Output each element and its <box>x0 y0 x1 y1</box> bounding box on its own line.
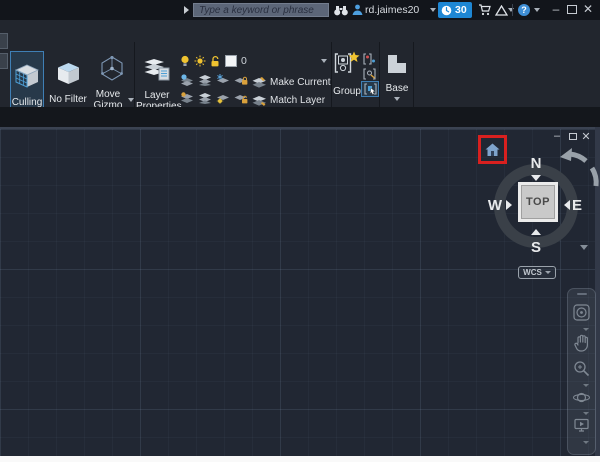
move-gizmo-button[interactable]: Move Gizmo <box>92 51 132 112</box>
layer-on-bulb-icon <box>180 55 190 67</box>
drawing-restore-button[interactable] <box>569 133 577 140</box>
autocad-window: rd.jaimes20 30 ? – ✕ <box>0 0 600 462</box>
search-expand-icon[interactable] <box>184 6 189 14</box>
viewcube-face-label: TOP <box>526 196 550 208</box>
a360-triangle-icon[interactable] <box>494 3 508 17</box>
rotate-up-arrow-icon[interactable] <box>531 229 541 235</box>
group-button[interactable]: Group <box>334 51 360 112</box>
zoom-magnifier-icon[interactable] <box>573 360 590 382</box>
showmotion-caret-icon[interactable] <box>583 441 589 444</box>
help-icon[interactable]: ? <box>518 4 530 16</box>
viewcube-north[interactable]: N <box>526 155 546 172</box>
group-selection-toggle-button[interactable] <box>361 81 379 97</box>
navigation-wheel-caret-icon[interactable] <box>583 328 589 331</box>
wcs-caret-icon <box>545 271 551 274</box>
wcs-label: WCS <box>523 268 542 277</box>
no-filter-box-icon <box>56 62 81 91</box>
viewcube-south[interactable]: S <box>526 239 546 256</box>
user-menu-caret-icon[interactable] <box>430 8 436 12</box>
no-filter-label: No Filter <box>49 94 87 105</box>
sign-in-user-icon[interactable] <box>351 3 363 17</box>
viewcube-home-icon[interactable] <box>485 143 500 157</box>
showmotion-icon[interactable] <box>573 418 590 439</box>
layer-properties-button[interactable]: Layer Properties <box>136 51 178 112</box>
move-gizmo-icon <box>99 56 125 86</box>
drawing-minimize-button[interactable]: – <box>551 130 563 142</box>
title-bar: rd.jaimes20 30 ? – ✕ <box>0 0 600 20</box>
help-caret-icon[interactable] <box>534 8 540 12</box>
wcs-dropdown[interactable]: WCS <box>518 266 556 279</box>
base-label: Base <box>386 83 409 94</box>
no-filter-button[interactable]: No Filter <box>48 51 88 112</box>
titlebar-divider <box>512 4 513 16</box>
clipped-ribbon-icon <box>0 53 8 69</box>
viewcube-east[interactable]: E <box>567 197 587 214</box>
culling-button[interactable]: Culling <box>10 51 44 112</box>
viewcube-top-face[interactable]: TOP <box>518 182 558 222</box>
search-binoculars-icon[interactable] <box>333 3 349 17</box>
base-button[interactable]: Base <box>382 51 412 112</box>
trial-days-badge[interactable]: 30 <box>438 2 472 18</box>
layer-isolate-icon[interactable] <box>180 73 194 91</box>
drawing-close-button[interactable]: ✕ <box>580 130 592 143</box>
ungroup-button[interactable] <box>361 52 377 66</box>
base-caret-icon <box>394 97 400 101</box>
culling-cube-icon <box>14 63 40 94</box>
app-close-button[interactable]: ✕ <box>582 2 594 16</box>
navbar-grip[interactable] <box>577 293 587 295</box>
zoom-caret-icon[interactable] <box>583 384 589 387</box>
search-input[interactable] <box>193 3 329 17</box>
layer-properties-icon <box>144 58 170 87</box>
group-icon <box>334 51 360 83</box>
app-minimize-button[interactable]: – <box>550 2 562 16</box>
rotate-left-arrow-icon[interactable] <box>564 200 570 210</box>
username-label[interactable]: rd.jaimes20 <box>365 4 419 16</box>
ribbon: Culling No Filter <box>0 20 600 107</box>
home-highlight-red-box <box>478 135 507 164</box>
layer-freeze-icon[interactable] <box>216 73 230 91</box>
navigation-wheel-icon[interactable] <box>573 304 590 326</box>
base-view-icon <box>385 53 409 80</box>
layer-unisolate-icon[interactable] <box>198 73 212 91</box>
rotate-down-arrow-icon[interactable] <box>531 175 541 181</box>
match-layer-button[interactable]: Match Layer <box>252 94 325 107</box>
layer-thaw-sun-icon <box>194 55 206 67</box>
a360-caret-icon[interactable] <box>508 8 514 12</box>
layer-dropdown-caret-icon[interactable] <box>321 59 327 63</box>
trial-days-count: 30 <box>455 4 467 16</box>
layer-unlock-icon <box>210 55 221 67</box>
screenshot-bottom-margin <box>0 456 600 462</box>
navigation-bar <box>567 288 596 455</box>
layer-lock-icon[interactable] <box>234 73 248 91</box>
app-restore-button[interactable] <box>567 5 577 14</box>
ribbon-canvas-gap <box>0 107 600 127</box>
viewcube-west[interactable]: W <box>485 197 505 214</box>
orbit-caret-icon[interactable] <box>583 412 589 415</box>
group-edit-button[interactable] <box>361 67 377 81</box>
make-current-label: Make Current <box>270 77 331 88</box>
clipped-ribbon-icon <box>0 33 8 49</box>
rotate-right-arrow-icon[interactable] <box>506 200 512 210</box>
make-current-button[interactable]: Make Current <box>252 76 331 89</box>
orbit-icon[interactable] <box>573 390 590 410</box>
layer-state-dropdown[interactable]: 0 <box>180 53 330 68</box>
group-label: Group <box>333 86 361 97</box>
layer-color-swatch <box>225 55 237 67</box>
current-layer-name: 0 <box>241 55 247 67</box>
viewcube-menu-caret-icon[interactable] <box>580 245 588 250</box>
match-layer-label: Match Layer <box>270 95 325 106</box>
pan-hand-icon[interactable] <box>574 334 590 357</box>
layer-tools-row-1: Make Current <box>180 73 331 91</box>
cart-icon[interactable] <box>477 3 492 17</box>
clock-icon <box>441 5 452 16</box>
